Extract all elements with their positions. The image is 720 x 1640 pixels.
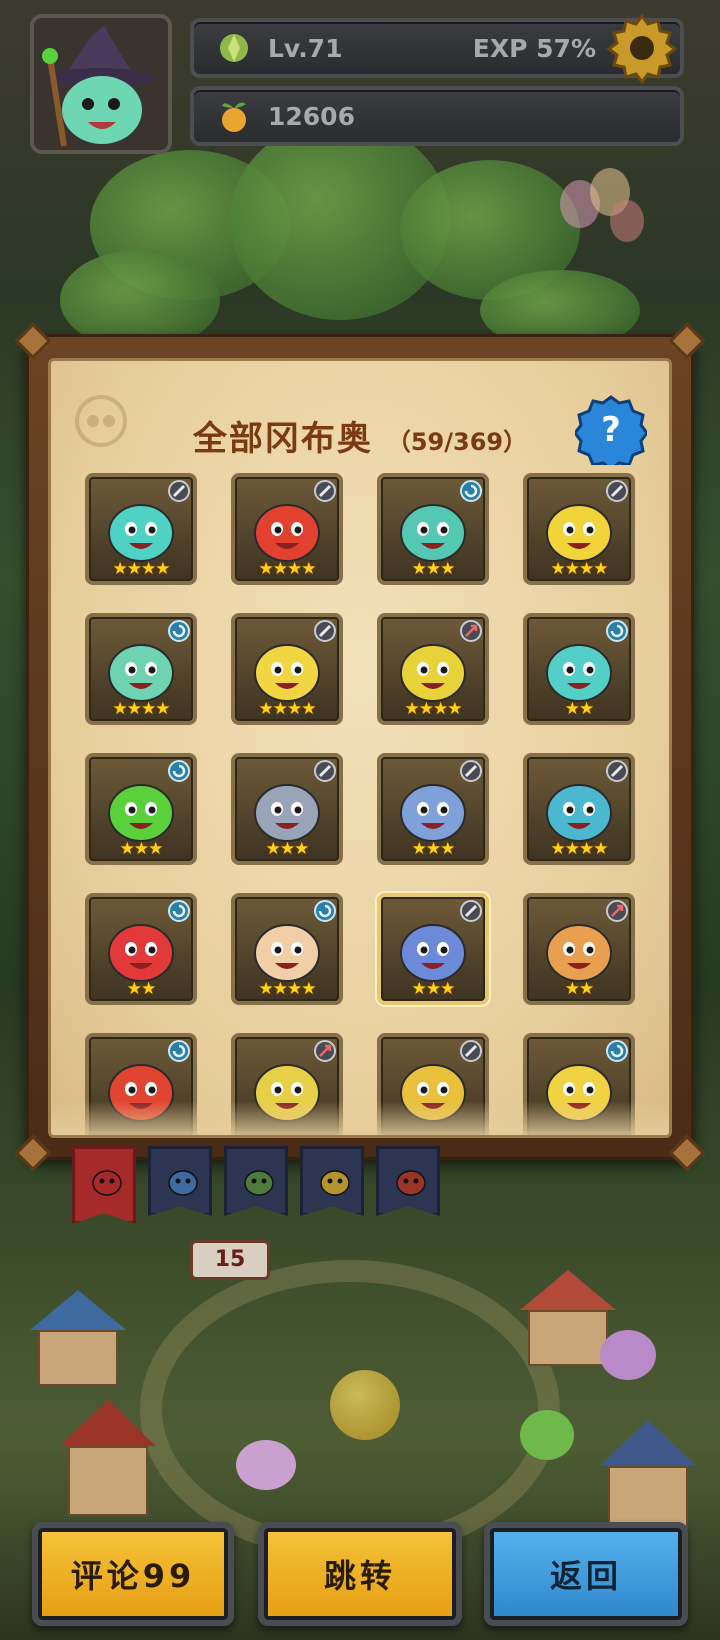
tab-all[interactable] xyxy=(72,1146,136,1224)
star-rating: ★★★ xyxy=(411,559,456,579)
green-creature xyxy=(520,1410,574,1460)
sword-badge-icon xyxy=(460,760,482,782)
currency-bar: 12606 xyxy=(190,86,684,146)
balloon xyxy=(610,200,644,242)
village-house xyxy=(30,1290,126,1386)
page-title: 全部冈布奥 xyxy=(192,419,373,459)
arrow-badge-icon xyxy=(460,620,482,642)
arrow-badge-icon xyxy=(314,1040,336,1062)
star-rating: ★★★★ xyxy=(112,559,171,579)
sword-badge-icon xyxy=(168,480,190,502)
sword-badge-icon xyxy=(314,760,336,782)
star-rating: ★★★★ xyxy=(112,699,171,719)
collection-panel: 全部冈布奥 （59/369） ? ★★★★ ★★★★ ★★★ ★★★★ ★★★★ ★★★★ ★… xyxy=(14,322,706,1172)
creature-card[interactable]: ★★★ xyxy=(85,753,197,865)
creature-card[interactable]: ★★★★ xyxy=(85,613,197,725)
collection-count: （59/369） xyxy=(386,428,528,456)
wizard-avatar-icon xyxy=(34,18,168,150)
sword-badge-icon xyxy=(606,760,628,782)
village-house xyxy=(60,1400,156,1516)
tab-red[interactable] xyxy=(376,1146,440,1216)
star-rating: ★★★★ xyxy=(258,699,317,719)
arrow-badge-icon xyxy=(606,900,628,922)
creature-card[interactable]: ★★ xyxy=(85,893,197,1005)
purple-creature xyxy=(600,1330,656,1380)
swirl-badge-icon xyxy=(168,620,190,642)
panel-parchment: 全部冈布奥 （59/369） ? ★★★★ ★★★★ ★★★ ★★★★ ★★★★ ★★★★ ★… xyxy=(48,358,672,1138)
swirl-badge-icon xyxy=(606,1040,628,1062)
star-rating: ★★★ xyxy=(411,839,456,859)
coin-count: 12606 xyxy=(268,101,355,131)
question-icon[interactable]: ? xyxy=(575,393,647,465)
star-rating: ★★★★ xyxy=(258,979,317,999)
creature-grid: ★★★★ ★★★★ ★★★ ★★★★ ★★★★ ★★★★ ★★★★ ★★ ★★★ ★★★ ★★★ ★★… xyxy=(85,473,641,1135)
creature-silhouette-icon xyxy=(320,1170,350,1196)
star-rating: ★★ xyxy=(564,979,594,999)
sword-badge-icon xyxy=(314,480,336,502)
back-button[interactable]: 返回 xyxy=(484,1522,688,1626)
comment-button[interactable]: 评论99 xyxy=(32,1522,234,1626)
player-avatar[interactable] xyxy=(30,14,172,154)
star-rating: ★★ xyxy=(564,699,594,719)
star-rating: ★★★★ xyxy=(258,559,317,579)
star-rating: ★★★★ xyxy=(550,559,609,579)
sword-badge-icon xyxy=(460,900,482,922)
star-rating: ★★★★ xyxy=(550,839,609,859)
swirl-badge-icon xyxy=(168,1040,190,1062)
sword-badge-icon xyxy=(606,480,628,502)
category-tabs xyxy=(72,1146,440,1224)
tab-green[interactable] xyxy=(224,1146,288,1216)
fruit-coin-icon xyxy=(222,102,246,132)
star-rating: ★★★★ xyxy=(404,699,463,719)
swirl-badge-icon xyxy=(314,900,336,922)
golden-statue xyxy=(330,1370,400,1440)
tab-blue[interactable] xyxy=(148,1146,212,1216)
creature-silhouette-icon xyxy=(168,1170,198,1196)
star-rating: ★★★ xyxy=(119,839,164,859)
creature-silhouette-icon xyxy=(92,1170,122,1196)
creature-card[interactable]: ★★★ xyxy=(231,753,343,865)
swirl-badge-icon xyxy=(168,760,190,782)
sword-badge-icon xyxy=(460,1040,482,1062)
creature-card[interactable]: ★★★★ xyxy=(85,473,197,585)
creature-silhouette-icon xyxy=(244,1170,274,1196)
scroll-fade xyxy=(51,1101,669,1135)
creature-card[interactable]: ★★★★ xyxy=(523,753,635,865)
creature-card[interactable]: ★★★★ xyxy=(231,473,343,585)
creature-card[interactable]: ★★★★ xyxy=(231,613,343,725)
creature-card[interactable]: ★★★★ xyxy=(231,893,343,1005)
star-rating: ★★★ xyxy=(265,839,310,859)
sword-badge-icon xyxy=(314,620,336,642)
pink-creature xyxy=(236,1440,296,1490)
star-rating: ★★★ xyxy=(411,979,456,999)
level-text: Lv.71 xyxy=(268,33,343,63)
creature-card[interactable]: ★★★ xyxy=(377,473,489,585)
leaf-gem-icon xyxy=(220,34,248,62)
jump-button[interactable]: 跳转 xyxy=(258,1522,462,1626)
exp-text: EXP 57% xyxy=(472,33,596,63)
creature-silhouette-icon xyxy=(396,1170,426,1196)
creature-card[interactable]: ★★★ xyxy=(377,893,489,1005)
swirl-badge-icon xyxy=(460,480,482,502)
creature-card[interactable]: ★★★★ xyxy=(523,473,635,585)
star-rating: ★★ xyxy=(126,979,156,999)
signpost: 15 xyxy=(190,1240,270,1280)
creature-card[interactable]: ★★ xyxy=(523,893,635,1005)
swirl-badge-icon xyxy=(168,900,190,922)
tab-yellow[interactable] xyxy=(300,1146,364,1216)
swirl-badge-icon xyxy=(606,620,628,642)
village-house xyxy=(600,1420,696,1536)
svg-text:?: ? xyxy=(601,410,621,450)
creature-card[interactable]: ★★★ xyxy=(377,753,489,865)
creature-card[interactable]: ★★ xyxy=(523,613,635,725)
gear-icon[interactable] xyxy=(606,12,678,84)
creature-card[interactable]: ★★★★ xyxy=(377,613,489,725)
